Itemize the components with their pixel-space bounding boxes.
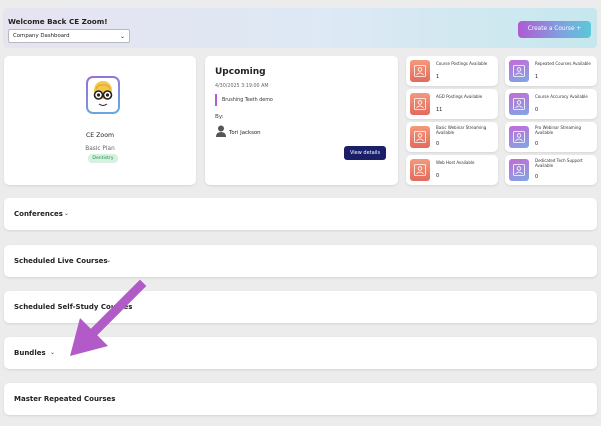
annotation-arrow xyxy=(70,279,147,356)
